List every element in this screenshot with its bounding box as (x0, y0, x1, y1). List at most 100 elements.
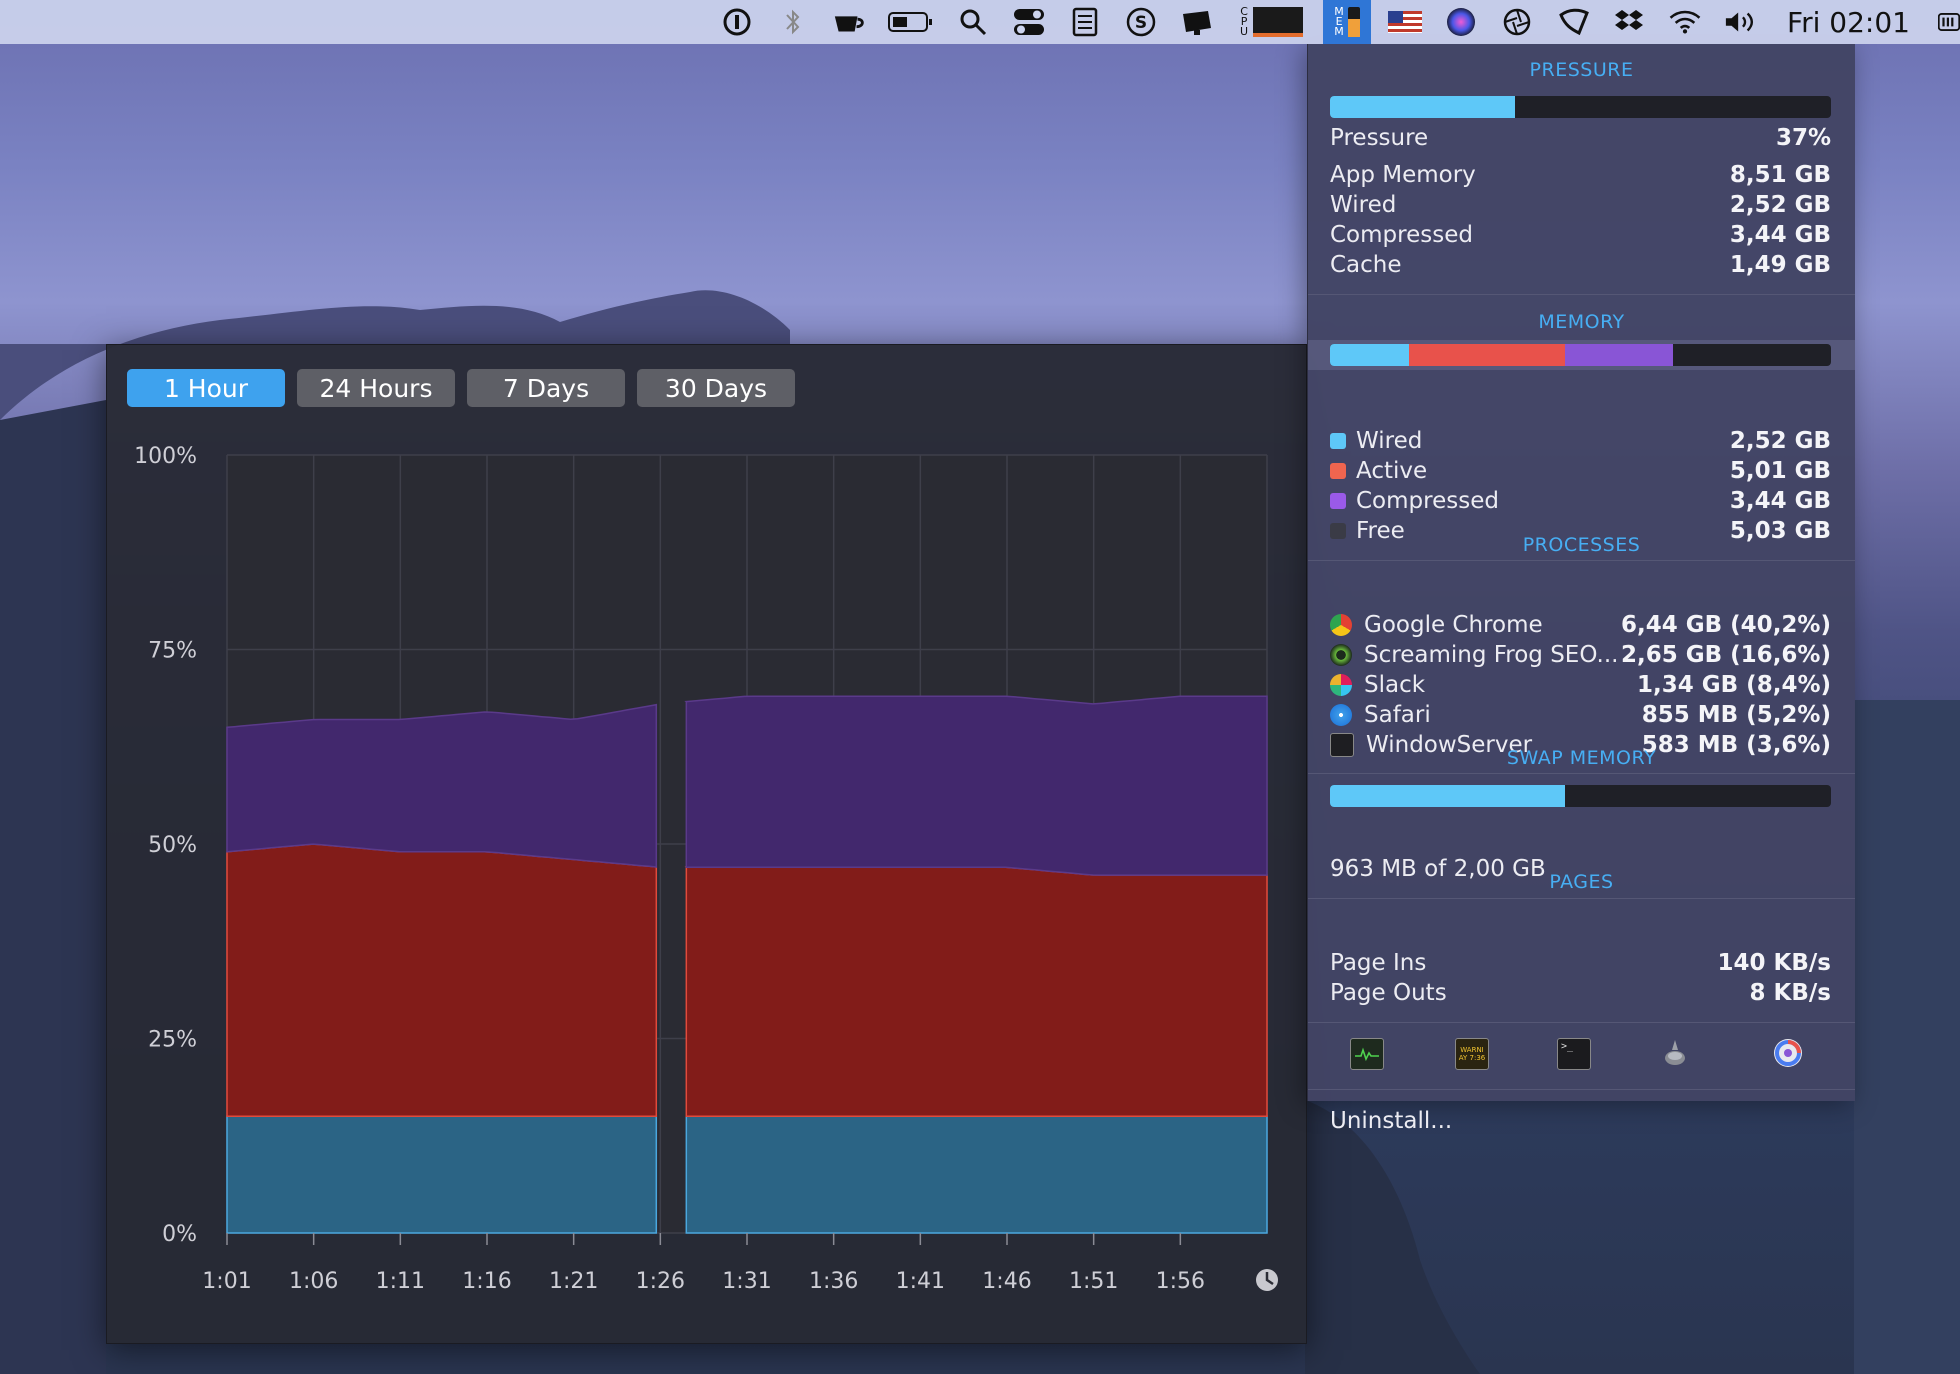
divider (1308, 560, 1855, 561)
console-icon[interactable]: WARNI AY 7:36 (1455, 1038, 1489, 1070)
s-circle-icon[interactable]: S (1124, 5, 1158, 39)
shield-icon[interactable] (1556, 5, 1590, 39)
memory-monitor-icon[interactable]: MEM (1323, 0, 1372, 44)
siri-icon[interactable] (1444, 5, 1478, 39)
island-right (1305, 1100, 1480, 1374)
menu-bar-clock[interactable]: Fri 02:01 (1787, 6, 1910, 39)
wired-swatch (1330, 433, 1346, 449)
pressure-bar-fill (1330, 96, 1516, 118)
istat-icon[interactable] (1772, 1038, 1804, 1068)
process-name-chrome: Google Chrome (1364, 612, 1543, 638)
coffee-cup-icon[interactable] (832, 5, 866, 39)
process-row-slack[interactable]: Slack 1,34 GB (8,4%) (1330, 670, 1831, 700)
1password-icon[interactable] (720, 5, 754, 39)
x-axis-labels: 1:01 1:06 1:11 1:16 1:21 1:26 1:31 1:36 1:41 1:46… (202, 1233, 1205, 1294)
cache-label: Cache (1330, 252, 1402, 278)
terminal-icon[interactable]: >_ (1557, 1038, 1591, 1070)
battery-partial-icon[interactable] (1938, 5, 1960, 39)
menu-bar: S CPU MEM Fri 02:01 (0, 0, 1960, 44)
y-tick-label: 0% (162, 1222, 197, 1247)
compressed-label: Compressed (1330, 222, 1473, 248)
screaming-frog-icon (1330, 644, 1352, 666)
active-swatch (1330, 463, 1346, 479)
divider (1308, 773, 1855, 774)
area-series-3-part-2 (684, 695, 1268, 876)
bluetooth-icon[interactable] (776, 5, 810, 39)
process-value-chrome: 6,44 GB (40,2%) (1621, 612, 1831, 638)
cache-row: Cache 1,49 GB (1330, 250, 1831, 280)
x-tick-label: 1:46 (982, 1269, 1031, 1294)
x-tick-label: 1:31 (722, 1269, 771, 1294)
pressure-bar (1330, 96, 1831, 118)
swap-bar-fill (1330, 785, 1566, 807)
memory-row-wired: Wired 2,52 GB (1330, 426, 1831, 456)
us-flag-icon[interactable] (1388, 5, 1423, 39)
process-row-chrome[interactable]: Google Chrome 6,44 GB (40,2%) (1330, 610, 1831, 640)
memory-compressed-label: Compressed (1356, 488, 1499, 514)
wifi-icon[interactable] (1668, 5, 1702, 39)
memory-history-window: 1 Hour 24 Hours 7 Days 30 Days 100% 75% 50… (106, 344, 1307, 1344)
area-series-1-part-1 (226, 1115, 658, 1234)
process-value-safari: 855 MB (5,2%) (1641, 702, 1831, 728)
section-title-pressure: PRESSURE (1529, 59, 1634, 81)
divider (1308, 898, 1855, 899)
memory-usage-chart: 100% 75% 50% 25% 0% 1:01 1:06 1:11 1:16 1:21 1:26… (134, 444, 1278, 1294)
wired-label: Wired (1330, 192, 1397, 218)
page-ins-label: Page Ins (1330, 950, 1427, 976)
y-tick-label: 25% (148, 1028, 197, 1053)
divider (1308, 1022, 1855, 1023)
app-memory-row: App Memory 8,51 GB (1330, 160, 1831, 190)
chart-areas (226, 695, 1268, 1234)
dropbox-icon[interactable] (1612, 5, 1646, 39)
process-name-screaming-frog: Screaming Frog SEO... (1364, 642, 1619, 668)
x-tick-label: 1:06 (289, 1269, 338, 1294)
x-tick-label: 1:01 (202, 1269, 251, 1294)
uninstall-label: Uninstall... (1330, 1108, 1453, 1134)
page-outs-row: Page Outs 8 KB/s (1330, 978, 1831, 1008)
memory-bar (1330, 344, 1831, 366)
mem-label: MEM (1334, 5, 1344, 38)
x-tick-label: 1:11 (376, 1269, 425, 1294)
process-row-screaming-frog[interactable]: Screaming Frog SEO... 2,65 GB (16,6%) (1330, 640, 1831, 670)
app-memory-value: 8,51 GB (1729, 162, 1831, 188)
memory-segment-active (1408, 344, 1566, 366)
cpu-monitor-icon[interactable]: CPU (1236, 5, 1306, 39)
y-tick-label: 100% (134, 444, 197, 469)
spotlight-search-icon[interactable] (956, 5, 990, 39)
memory-popover: PRESSURE Pressure 37% App Memory 8,51 GB W… (1307, 44, 1855, 1134)
pressure-row: Pressure 37% (1330, 123, 1831, 153)
memory-active-value: 5,01 GB (1729, 458, 1831, 484)
x-tick-label: 1:36 (809, 1269, 858, 1294)
process-row-safari[interactable]: Safari 855 MB (5,2%) (1330, 700, 1831, 730)
memory-compressed-value: 3,44 GB (1729, 488, 1831, 514)
screen-icon[interactable] (1180, 5, 1214, 39)
control-center-icon[interactable] (1012, 5, 1046, 39)
y-tick-label: 75% (148, 639, 197, 664)
divider (1308, 1089, 1855, 1090)
wired-row: Wired 2,52 GB (1330, 190, 1831, 220)
battery-icon[interactable] (888, 5, 934, 39)
uninstall-button[interactable]: Uninstall... (1330, 1106, 1831, 1136)
x-tick-label: 1:26 (636, 1269, 685, 1294)
compressed-value: 3,44 GB (1729, 222, 1831, 248)
cpu-graph (1253, 7, 1304, 37)
process-name-safari: Safari (1364, 702, 1431, 728)
disk-utility-icon[interactable] (1659, 1038, 1691, 1068)
memory-wired-value: 2,52 GB (1729, 428, 1831, 454)
volume-icon[interactable] (1724, 5, 1758, 39)
page-ins-value: 140 KB/s (1717, 950, 1831, 976)
pressure-value: 37% (1775, 125, 1831, 151)
chrome-icon (1330, 614, 1352, 636)
activity-monitor-icon[interactable] (1350, 1038, 1384, 1070)
cpu-label: CPU (1240, 5, 1249, 38)
clock-icon[interactable] (1256, 1269, 1278, 1291)
y-tick-label: 50% (148, 833, 197, 858)
memory-row-compressed: Compressed 3,44 GB (1330, 486, 1831, 516)
aperture-icon[interactable] (1500, 5, 1534, 39)
x-tick-label: 1:16 (462, 1269, 511, 1294)
area-series-3-part-1 (226, 703, 658, 868)
page-ins-row: Page Ins 140 KB/s (1330, 948, 1831, 978)
memory-active-label: Active (1356, 458, 1428, 484)
document-icon[interactable] (1068, 5, 1102, 39)
pressure-label: Pressure (1330, 125, 1429, 151)
